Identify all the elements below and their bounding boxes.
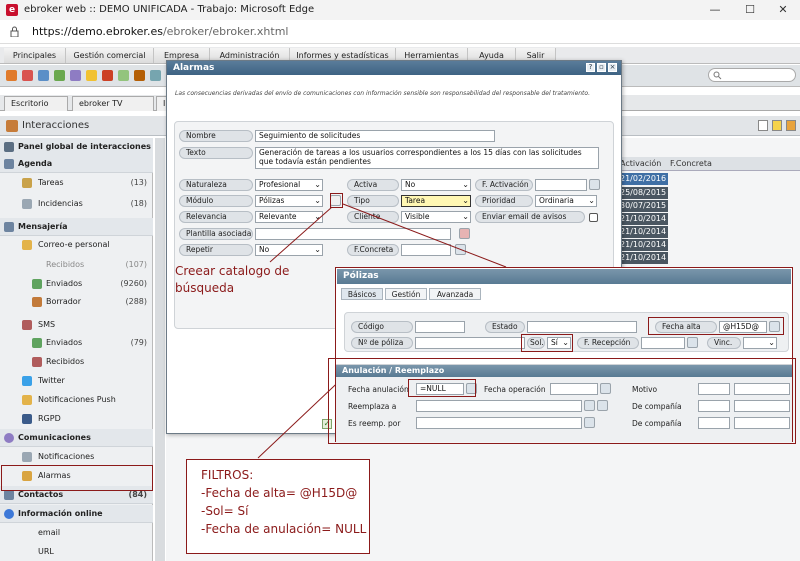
connector-line	[342, 203, 507, 268]
connector-line	[269, 206, 333, 263]
filters-note-title: FILTROS:	[201, 468, 254, 482]
filters-note-line1: -Fecha de alta= @H15D@	[201, 486, 358, 500]
sol-highlight-box	[521, 334, 573, 352]
frecepcion-field[interactable]	[641, 337, 685, 349]
filters-note-line3: -Fecha de anulación= NULL	[201, 522, 367, 536]
tab-avanzada[interactable]: Avanzada	[429, 288, 481, 300]
anulacion-highlight-box	[328, 358, 796, 444]
npoliza-field[interactable]	[415, 337, 525, 349]
calendar-icon[interactable]	[687, 337, 698, 348]
fecha-alta-highlight-box	[648, 317, 784, 335]
filters-note: FILTROS: -Fecha de alta= @H15D@ -Sol= Sí…	[186, 459, 370, 554]
estado-field[interactable]	[527, 321, 637, 333]
npoliza-label: Nº de póliza	[351, 337, 413, 349]
polizas-dialog-title: Pólizas	[337, 269, 791, 284]
chevron-down-icon: ⌄	[768, 338, 775, 347]
codigo-label: Código	[351, 321, 413, 333]
tab-gestion[interactable]: Gestión	[385, 288, 427, 300]
filters-note-line2: -Sol= Sí	[201, 504, 249, 518]
tab-basicos[interactable]: Básicos	[341, 288, 383, 300]
vinc-select[interactable]: ⌄	[743, 337, 777, 349]
frecepcion-label: F. Recepción	[577, 337, 639, 349]
codigo-field[interactable]	[415, 321, 465, 333]
estado-label: Estado	[485, 321, 525, 333]
vinc-label: Vinc.	[707, 337, 741, 349]
